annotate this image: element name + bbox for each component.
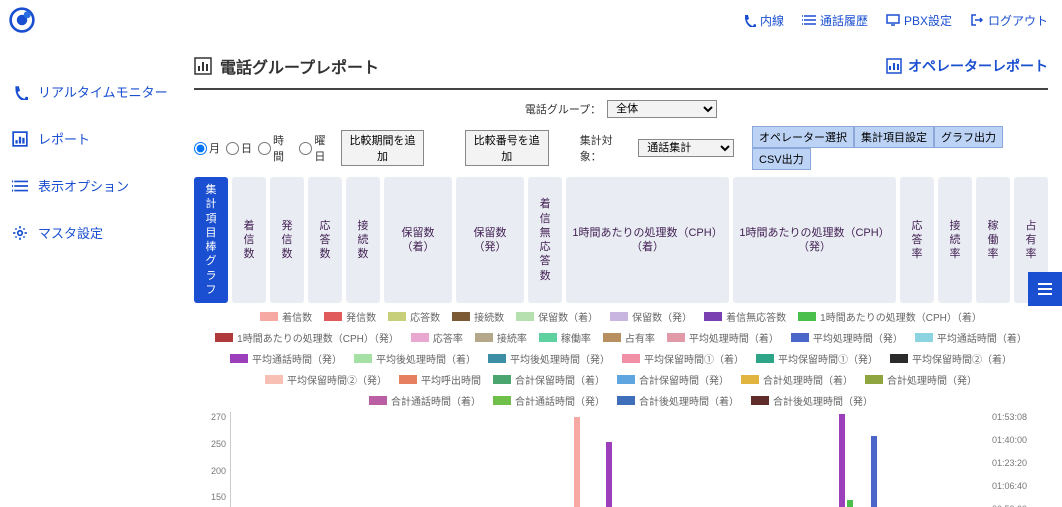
legend-item: 合計処理時間（発） — [865, 372, 977, 387]
legend-item: 平均後処理時間（着） — [354, 351, 476, 366]
bar — [606, 442, 612, 507]
legend-item: 平均保留時間①（着） — [622, 351, 744, 366]
legend-item: 平均処理時間（発） — [791, 330, 903, 345]
legend-item: 保留数（発） — [610, 309, 692, 324]
topnav-monitor[interactable]: PBX設定 — [886, 12, 952, 29]
tab[interactable]: 接続率 — [938, 177, 972, 303]
tab[interactable]: 1時間あたりの処理数（CPH）（発） — [733, 177, 896, 303]
topnav-list[interactable]: 通話履歴 — [802, 12, 868, 29]
legend-item: 平均保留時間②（着） — [890, 351, 1012, 366]
legend-item: 着信数 — [260, 309, 312, 324]
legend-item: 合計後処理時間（発） — [751, 393, 873, 408]
topnav-phone[interactable]: 内線 — [742, 12, 784, 29]
legend-item: 合計保留時間（発） — [617, 372, 729, 387]
legend-item: 応答数 — [388, 309, 440, 324]
legend-item: 平均保留時間①（発） — [756, 351, 878, 366]
legend-item: 応答率 — [411, 330, 463, 345]
legend-item: 平均保留時間②（発） — [265, 372, 387, 387]
period-day-radio[interactable]: 日 — [226, 140, 252, 156]
tab[interactable]: 保留数（発） — [456, 177, 524, 303]
period-weekday-radio[interactable]: 曜日 — [299, 132, 334, 164]
legend-item: 合計保留時間（着） — [493, 372, 605, 387]
logout-icon — [970, 13, 984, 27]
legend-item: 保留数（着） — [516, 309, 598, 324]
topnav-logout[interactable]: ログアウト — [970, 12, 1048, 29]
gear-icon — [12, 225, 28, 241]
compare-number-button[interactable]: 比較番号を追加 — [465, 130, 549, 166]
tab[interactable]: 着信数 — [232, 177, 266, 303]
bar — [839, 414, 845, 507]
legend-item: 接続率 — [475, 330, 527, 345]
list-icon — [802, 13, 816, 27]
menu-float-button[interactable] — [1028, 272, 1062, 306]
tab[interactable]: 稼働率 — [976, 177, 1010, 303]
tab[interactable]: 1時間あたりの処理数（CPH）（着） — [566, 177, 729, 303]
list-icon — [12, 178, 28, 194]
legend-item: 合計通話時間（着） — [369, 393, 481, 408]
app-logo — [8, 6, 36, 34]
group-select[interactable]: 全体 — [607, 100, 717, 118]
chart-icon — [194, 57, 212, 75]
bar — [847, 500, 853, 507]
operator-report-link[interactable]: オペレーターレポート — [886, 56, 1048, 76]
bar — [871, 436, 877, 507]
tab[interactable]: 着信無応答数 — [528, 177, 562, 303]
tab[interactable]: 応答率 — [900, 177, 934, 303]
legend-item: 占有率 — [603, 330, 655, 345]
tab[interactable]: 集計項目棒グラフ — [194, 177, 228, 303]
agg-select[interactable]: 通話集計 — [638, 139, 734, 157]
sidebar-item-list[interactable]: 表示オプション — [0, 162, 180, 209]
monitor-icon — [886, 13, 900, 27]
legend-item: 接続数 — [452, 309, 504, 324]
legend-item: 1時間あたりの処理数（CPH）（発） — [215, 330, 399, 345]
period-hour-radio[interactable]: 時間 — [258, 132, 293, 164]
legend-item: 合計処理時間（着） — [741, 372, 853, 387]
period-month-radio[interactable]: 月 — [194, 140, 220, 156]
phone-icon — [742, 13, 756, 27]
chart-icon — [886, 58, 902, 74]
tab[interactable]: 応答数 — [308, 177, 342, 303]
legend-item: 平均通話時間（発） — [230, 351, 342, 366]
action-グラフ出力[interactable]: グラフ出力 — [934, 126, 1003, 148]
page-title: 電話グループレポート — [220, 54, 379, 78]
legend-item: 合計後処理時間（着） — [617, 393, 739, 408]
bar — [574, 417, 580, 507]
legend-item: 平均通話時間（着） — [915, 330, 1027, 345]
legend-item: 平均処理時間（着） — [667, 330, 779, 345]
legend-item: 発信数 — [324, 309, 376, 324]
group-label: 電話グループ： — [525, 101, 601, 117]
bar-group — [483, 412, 735, 507]
action-集計項目設定[interactable]: 集計項目設定 — [854, 126, 934, 148]
tab[interactable]: 接続数 — [346, 177, 380, 303]
action-CSV出力[interactable]: CSV出力 — [752, 148, 811, 170]
chart-icon — [12, 131, 28, 147]
bar-group — [231, 412, 483, 507]
legend-item: 1時間あたりの処理数（CPH）（着） — [798, 309, 982, 324]
hamburger-icon — [1036, 280, 1054, 298]
legend-item: 合計通話時間（発） — [493, 393, 605, 408]
tab[interactable]: 保留数（着） — [384, 177, 452, 303]
sidebar-item-chart[interactable]: レポート — [0, 115, 180, 162]
legend-item: 着信無応答数 — [704, 309, 786, 324]
phone-icon — [12, 84, 28, 100]
tab[interactable]: 発信数 — [270, 177, 304, 303]
agg-label: 集計対象： — [580, 132, 633, 164]
compare-period-button[interactable]: 比較期間を追加 — [341, 130, 425, 166]
action-オペレーター選択[interactable]: オペレーター選択 — [752, 126, 854, 148]
sidebar-item-phone[interactable]: リアルタイムモニター — [0, 68, 180, 115]
sidebar-item-gear[interactable]: マスタ設定 — [0, 209, 180, 256]
legend-item: 平均後処理時間（発） — [488, 351, 610, 366]
bar-group — [736, 412, 988, 507]
legend-item: 稼働率 — [539, 330, 591, 345]
legend-item: 平均呼出時間 — [399, 372, 481, 387]
